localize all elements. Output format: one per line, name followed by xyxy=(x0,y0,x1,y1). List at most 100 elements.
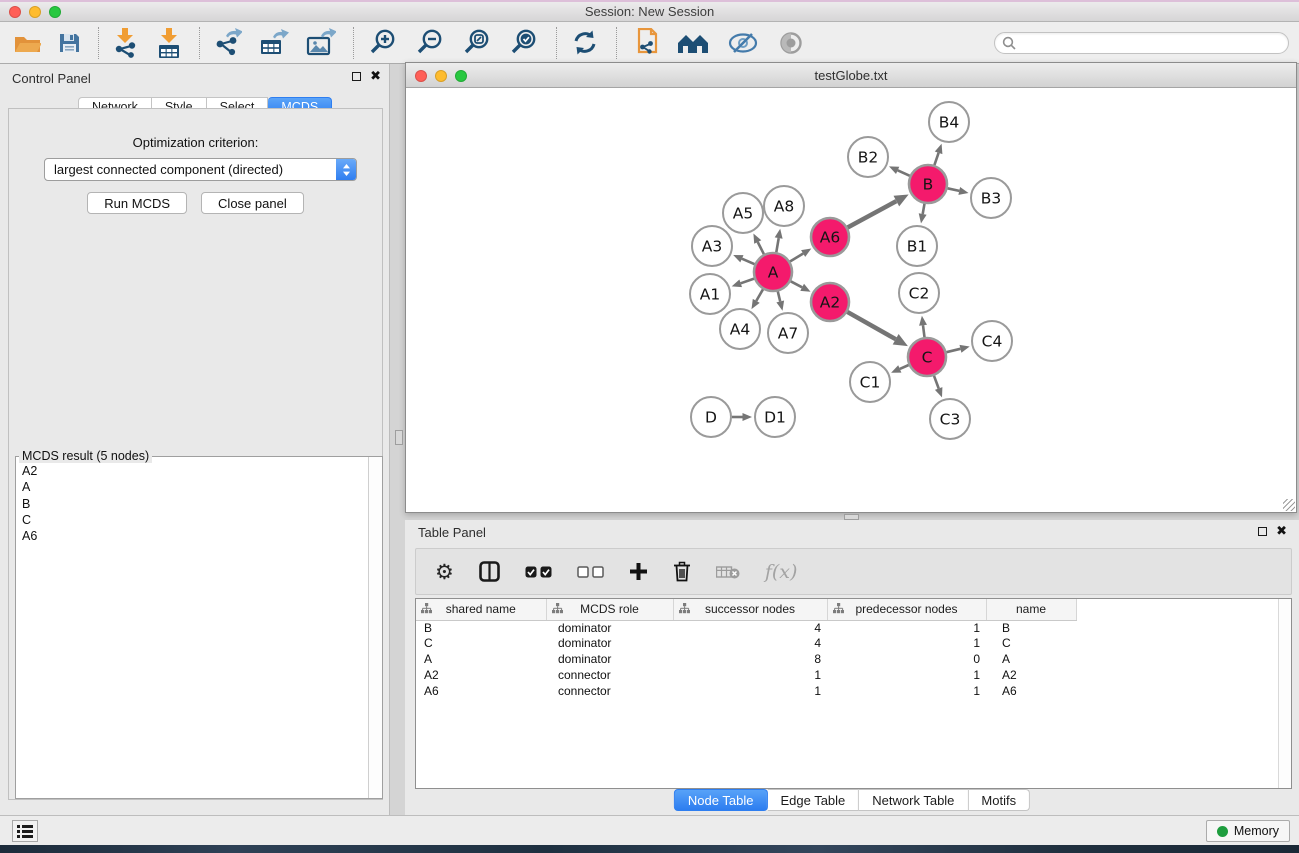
graph-edge-A-A2[interactable] xyxy=(791,281,802,287)
function-builder-icon[interactable]: f(x) xyxy=(765,561,798,583)
graph-edge-A2-C[interactable] xyxy=(847,312,895,339)
graph-edge-A-A8[interactable] xyxy=(776,238,778,252)
graph-node-A8[interactable]: A8 xyxy=(764,186,804,226)
export-network-icon[interactable] xyxy=(214,26,242,60)
delete-column-icon[interactable] xyxy=(673,561,691,582)
graph-edge-A6-B[interactable] xyxy=(848,201,897,227)
close-panel-button[interactable]: Close panel xyxy=(201,192,304,214)
graph-node-B[interactable]: B xyxy=(909,165,947,203)
mcds-result-item[interactable]: A2 xyxy=(16,463,368,479)
close-table-panel-icon[interactable]: ✖ xyxy=(1276,526,1287,536)
zoom-selected-icon[interactable] xyxy=(509,26,539,60)
add-column-icon[interactable] xyxy=(629,562,648,581)
window-resize-grip[interactable] xyxy=(1283,499,1295,511)
graph-edge-C-C2[interactable] xyxy=(923,325,925,337)
graph-edge-B-B4[interactable] xyxy=(934,153,938,165)
tab-node-table[interactable]: Node Table xyxy=(674,789,768,811)
graph-edge-A-A4[interactable] xyxy=(756,289,763,301)
graph-node-D[interactable]: D xyxy=(691,397,731,437)
network-canvas[interactable]: B4 B2 B B3 A5A8A6 A3 B1 A A1 C2 A2 A4A7 C4 C C1 C3 D D1 xyxy=(406,88,1296,512)
show-eye-icon[interactable] xyxy=(776,26,806,60)
graph-edge-C-C1[interactable] xyxy=(900,365,909,369)
hide-eye-icon[interactable] xyxy=(727,26,759,60)
split-table-icon[interactable] xyxy=(479,561,500,582)
network-file-icon[interactable] xyxy=(631,26,659,60)
task-history-button[interactable] xyxy=(12,820,38,842)
export-image-icon[interactable] xyxy=(306,26,336,60)
zoom-in-icon[interactable] xyxy=(368,26,398,60)
mcds-result-item[interactable]: C xyxy=(16,512,368,528)
graph-node-A6[interactable]: A6 xyxy=(811,218,849,256)
table-row[interactable]: A6connector11A6 xyxy=(416,684,1291,700)
graph-node-A3[interactable]: A3 xyxy=(692,226,732,266)
float-panel-icon[interactable] xyxy=(352,72,361,81)
settings-gear-icon[interactable]: ⚙ xyxy=(435,562,454,582)
close-panel-icon[interactable]: ✖ xyxy=(370,71,381,81)
graph-node-A5[interactable]: A5 xyxy=(723,193,763,233)
tab-edge-table[interactable]: Edge Table xyxy=(767,789,859,811)
column-header-MCDS-role[interactable]: MCDS role xyxy=(546,599,673,620)
mcds-result-item[interactable]: A xyxy=(16,479,368,495)
graph-edge-A-A3[interactable] xyxy=(742,259,755,265)
graph-edge-A-A7[interactable] xyxy=(778,291,780,301)
table-scrollbar[interactable] xyxy=(1278,599,1291,788)
open-session-icon[interactable] xyxy=(14,26,41,60)
graph-node-B2[interactable]: B2 xyxy=(848,137,888,177)
mcds-list-scrollbar[interactable] xyxy=(368,457,382,798)
column-header-predecessor-nodes[interactable]: predecessor nodes xyxy=(827,599,986,620)
tab-network-table[interactable]: Network Table xyxy=(859,789,968,811)
graph-node-A[interactable]: A xyxy=(754,253,792,291)
tab-motifs[interactable]: Motifs xyxy=(968,789,1030,811)
graph-edge-A-A6[interactable] xyxy=(790,254,803,262)
table-row[interactable]: Cdominator41C xyxy=(416,636,1291,652)
search-box[interactable] xyxy=(994,32,1289,54)
import-network-icon[interactable] xyxy=(113,26,139,60)
deselect-all-icon[interactable] xyxy=(577,566,604,578)
graph-edge-arrowhead xyxy=(958,187,968,195)
table-row[interactable]: Adominator80A xyxy=(416,652,1291,668)
mcds-result-item[interactable]: A6 xyxy=(16,528,368,544)
graph-node-A2[interactable]: A2 xyxy=(811,283,849,321)
graph-node-A1[interactable]: A1 xyxy=(690,274,730,314)
splitter-handle-left[interactable] xyxy=(395,430,403,445)
table-row[interactable]: A2connector11A2 xyxy=(416,668,1291,684)
column-header-successor-nodes[interactable]: successor nodes xyxy=(673,599,827,620)
graph-node-A7[interactable]: A7 xyxy=(768,313,808,353)
zoom-fit-icon[interactable] xyxy=(462,26,492,60)
refresh-layout-icon[interactable] xyxy=(571,26,599,60)
graph-node-D1[interactable]: D1 xyxy=(755,397,795,437)
graph-edge-B-B3[interactable] xyxy=(948,188,960,191)
graph-node-B4[interactable]: B4 xyxy=(929,102,969,142)
column-header-shared-name[interactable]: shared name xyxy=(416,599,546,620)
mcds-result-item[interactable]: B xyxy=(16,496,368,512)
delete-table-icon[interactable] xyxy=(716,565,740,579)
column-header-name[interactable]: name xyxy=(986,599,1076,620)
graph-node-C[interactable]: C xyxy=(908,338,946,376)
graph-node-B1[interactable]: B1 xyxy=(897,226,937,266)
graph-node-C3[interactable]: C3 xyxy=(930,399,970,439)
save-session-icon[interactable] xyxy=(58,26,81,60)
zoom-out-icon[interactable] xyxy=(415,26,445,60)
run-mcds-button[interactable]: Run MCDS xyxy=(87,192,187,214)
criterion-select[interactable]: largest connected component (directed) xyxy=(44,158,357,181)
home-icon[interactable] xyxy=(676,26,710,60)
table-row[interactable]: Bdominator41B xyxy=(416,620,1291,636)
import-table-icon[interactable] xyxy=(156,26,182,60)
graph-edge-B-B2[interactable] xyxy=(898,170,910,176)
graph-edge-A-A5[interactable] xyxy=(758,242,764,254)
export-table-icon[interactable] xyxy=(259,26,289,60)
select-all-icon[interactable] xyxy=(525,566,552,578)
graph-node-A4[interactable]: A4 xyxy=(720,309,760,349)
float-table-panel-icon[interactable] xyxy=(1258,527,1267,536)
graph-node-C4[interactable]: C4 xyxy=(972,321,1012,361)
graph-edge-B-B1[interactable] xyxy=(923,204,925,214)
memory-button[interactable]: Memory xyxy=(1206,820,1290,842)
graph-edge-C-C3[interactable] xyxy=(934,376,939,389)
graph-node-B3[interactable]: B3 xyxy=(971,178,1011,218)
graph-edge-C-C4[interactable] xyxy=(946,349,960,352)
search-input[interactable] xyxy=(1016,34,1288,52)
graph-edge-A-A1[interactable] xyxy=(741,279,754,284)
graph-node-C1[interactable]: C1 xyxy=(850,362,890,402)
network-window-titlebar[interactable]: testGlobe.txt xyxy=(406,63,1296,88)
graph-node-C2[interactable]: C2 xyxy=(899,273,939,313)
